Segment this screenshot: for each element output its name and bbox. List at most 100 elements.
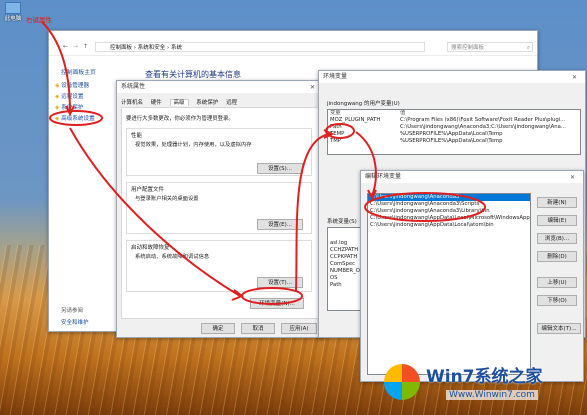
tab-hardware[interactable]: 硬件	[151, 100, 162, 106]
col-value: 值	[400, 110, 406, 116]
sidebar-item-label: 高级系统设置	[61, 116, 95, 122]
col-variable: 变量	[330, 110, 341, 116]
close-icon[interactable]: ✕	[570, 172, 581, 184]
breadcrumb[interactable]: 控制面板 › 系统和安全 › 系统	[95, 42, 425, 52]
page-title: 查看有关计算机的基本信息	[145, 70, 241, 79]
var-name: MOZ_PLUGIN_PATH	[330, 117, 381, 123]
shield-icon: ◈	[55, 94, 60, 100]
tab-system-protection[interactable]: 系统保护	[196, 100, 218, 106]
user-profiles-group: 用户配置文件 与登录账户相关的桌面设置 设置(E)...	[126, 182, 312, 234]
var-name: TEMP	[330, 131, 345, 137]
back-arrow-icon[interactable]: ←	[63, 43, 68, 50]
breadcrumb-item[interactable]: 系统和安全	[138, 45, 166, 51]
var-value: C:\Users\jindongwang\Anaconda3;C:\Users\…	[400, 124, 566, 130]
list-item[interactable]: C:\Users\jindongwang\Anaconda3\Scripts	[368, 201, 530, 208]
system-nav-bar: ← → ↑ 控制面板 › 系统和安全 › 系统 搜索控制面板 ⌕	[49, 41, 537, 56]
env-title: 环境变量	[323, 73, 348, 80]
watermark: Win7系统之家 Www.Winwin7.com	[380, 360, 585, 412]
list-item[interactable]: C:\Users\jindongwang\AppData\Local\Micro…	[368, 215, 530, 222]
edit-env-var-dialog: 编辑环境变量 ✕ C:\Users\jindongwang\Anaconda3 …	[360, 170, 584, 382]
user-profiles-desc: 与登录账户相关的桌面设置	[135, 196, 199, 202]
table-row[interactable]: TEMP %USERPROFILE%\AppData\Local\Temp	[328, 131, 580, 138]
ok-button[interactable]: 确定	[201, 323, 235, 334]
user-profiles-settings-button[interactable]: 设置(E)...	[257, 219, 303, 230]
browse-button[interactable]: 浏览(B)...	[537, 233, 577, 244]
edit-text-button[interactable]: 编辑文本(T)...	[537, 323, 581, 334]
table-row[interactable]: TMP %USERPROFILE%\AppData\Local\Temp	[328, 138, 580, 145]
sidebar-links: ◈ 设备管理器 ◈ 远程设置 ◈ 系统保护 ◈ 高级系统设置	[55, 81, 95, 125]
list-item[interactable]: C:\Users\jindongwang\Anaconda3\Library\b…	[368, 208, 530, 215]
user-vars-header: 变量 值	[328, 110, 580, 117]
search-input[interactable]: 搜索控制面板 ⌕	[447, 42, 533, 52]
startup-group: 启动和故障恢复 系统启动、系统故障和调试信息 设置(T)...	[126, 240, 312, 292]
sidebar-item-label: 设备管理器	[61, 83, 90, 89]
shield-icon: ◈	[55, 105, 60, 111]
sysprops-title: 系统属性	[121, 83, 146, 90]
sidebar-item-device-manager[interactable]: ◈ 设备管理器	[55, 81, 95, 92]
startup-desc: 系统启动、系统故障和调试信息	[135, 254, 210, 260]
sysprops-titlebar: 系统属性 ✕	[117, 81, 323, 93]
startup-title: 启动和故障恢复	[131, 245, 170, 251]
tab-computer-name[interactable]: 计算机名	[121, 100, 143, 106]
search-icon: ⌕	[526, 45, 530, 51]
delete-button[interactable]: 删除(D)	[537, 251, 577, 262]
sidebar-item-remote[interactable]: ◈ 远程设置	[55, 92, 95, 103]
sidebar-item-label: 远程设置	[61, 94, 84, 100]
sidebar-home[interactable]: 控制面板主页	[61, 67, 96, 76]
security-link[interactable]: 安全和维护	[61, 318, 89, 326]
var-name: Path	[330, 124, 342, 130]
sidebar-item-label: 系统保护	[61, 105, 84, 111]
breadcrumb-item[interactable]: 控制面板	[110, 45, 132, 51]
sidebar-item-protection[interactable]: ◈ 系统保护	[55, 103, 95, 114]
sidebar-item-advanced[interactable]: ◈ 高级系统设置	[55, 114, 95, 125]
watermark-brand: Win7系统之家	[426, 367, 543, 387]
user-profiles-title: 用户配置文件	[131, 187, 165, 193]
admin-note: 要进行大多数更改，你必须作为管理员登录。	[126, 116, 234, 122]
see-also-label: 另请参阅	[61, 308, 84, 314]
performance-desc: 视觉效果，处理器计划，内存使用，以及虚拟内存	[135, 142, 252, 148]
sysprops-tabs: 计算机名 硬件 高级 系统保护 远程	[121, 98, 237, 106]
table-row-path[interactable]: Path C:\Users\jindongwang\Anaconda3;C:\Us…	[328, 124, 580, 131]
new-button[interactable]: 新建(N)	[537, 197, 577, 208]
performance-title: 性能	[131, 133, 143, 139]
tab-remote[interactable]: 远程	[226, 100, 237, 106]
user-vars-list[interactable]: 变量 值 MOZ_PLUGIN_PATH C:\Program Files (x86…	[327, 109, 581, 155]
cancel-button[interactable]: 取消	[241, 323, 275, 334]
user-vars-label: jindongwang 的用户变量(U)	[327, 101, 400, 107]
performance-settings-button[interactable]: 设置(S)...	[257, 163, 303, 174]
startup-settings-button[interactable]: 设置(T)...	[257, 277, 303, 288]
move-down-button[interactable]: 下移(O)	[537, 295, 577, 306]
up-arrow-icon[interactable]: ↑	[83, 43, 88, 50]
edit-titlebar: 编辑环境变量 ✕	[361, 171, 583, 183]
env-titlebar: 环境变量 ✕	[319, 71, 585, 83]
tab-advanced[interactable]: 高级	[169, 99, 189, 106]
forward-arrow-icon[interactable]: →	[73, 43, 78, 50]
shield-icon: ◈	[55, 83, 60, 89]
sysprops-panel: 要进行大多数更改，你必须作为管理员登录。 性能 视觉效果，处理器计划，内存使用，…	[121, 107, 319, 319]
system-properties-dialog: 系统属性 ✕ 计算机名 硬件 高级 系统保护 远程 要进行大多数更改，你必须作为…	[116, 80, 324, 338]
table-row[interactable]: MOZ_PLUGIN_PATH C:\Program Files (x86)\Fo…	[328, 117, 580, 124]
var-value: C:\Program Files (x86)\Foxit Software\Fo…	[400, 117, 566, 123]
this-pc-label: 此电脑	[4, 16, 22, 22]
annotation-right-click: 右键属性	[26, 16, 52, 24]
path-entries-list[interactable]: C:\Users\jindongwang\Anaconda3 C:\Users\…	[367, 193, 531, 375]
env-vars-button[interactable]: 环境变量(N)...	[250, 298, 304, 309]
this-pc-icon[interactable]: 此电脑	[2, 2, 24, 22]
breadcrumb-item[interactable]: 系统	[171, 45, 182, 51]
apply-button[interactable]: 应用(A)	[281, 323, 317, 334]
watermark-url: Www.Winwin7.com	[446, 390, 538, 400]
search-placeholder: 搜索控制面板	[451, 45, 485, 51]
edit-button[interactable]: 编辑(E)	[537, 215, 577, 226]
var-value: %USERPROFILE%\AppData\Local\Temp	[400, 131, 503, 137]
edit-title: 编辑环境变量	[365, 173, 402, 180]
performance-group: 性能 视觉效果，处理器计划，内存使用，以及虚拟内存 设置(S)...	[126, 128, 312, 176]
close-icon[interactable]: ✕	[572, 72, 583, 84]
move-up-button[interactable]: 上移(U)	[537, 277, 577, 288]
system-vars-label: 系统变量(S)	[327, 219, 357, 225]
var-name: TMP	[330, 138, 341, 144]
monitor-icon	[5, 2, 21, 14]
shield-icon: ◈	[55, 116, 60, 122]
list-item[interactable]: C:\Users\jindongwang\AppData\Local\atom\…	[368, 222, 530, 229]
windows-logo-icon	[384, 364, 420, 400]
list-item-selected[interactable]: C:\Users\jindongwang\Anaconda3	[368, 194, 530, 201]
